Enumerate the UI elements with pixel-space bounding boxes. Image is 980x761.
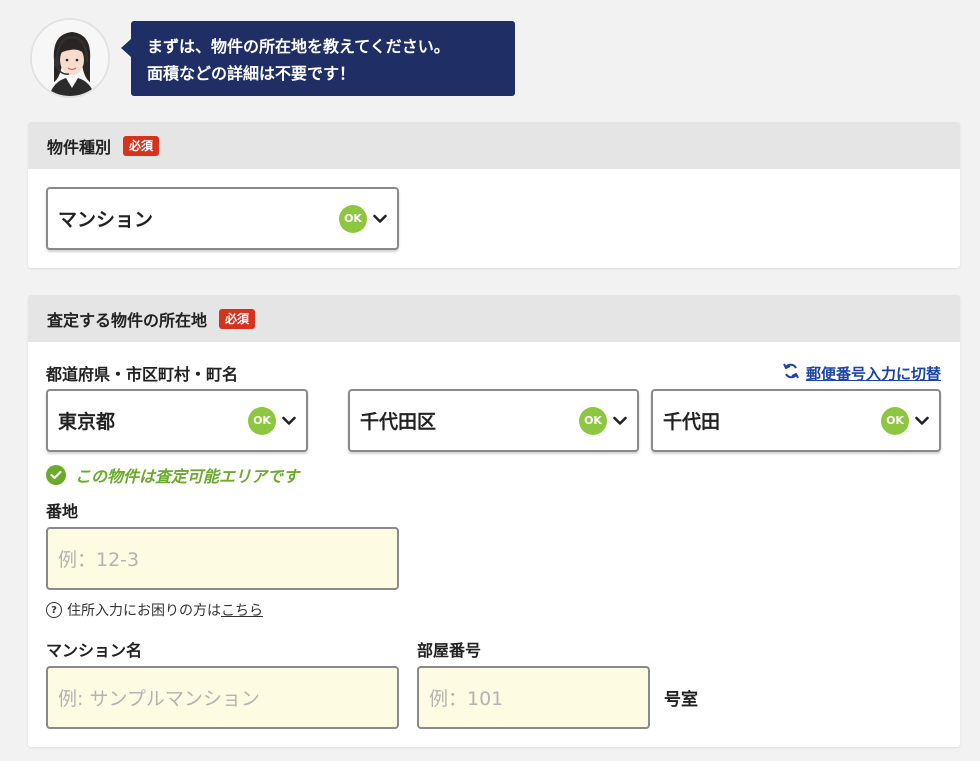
check-circle-icon [46, 465, 66, 485]
area-available-text: この物件は査定可能エリアです [75, 467, 300, 486]
required-badge: 必須 [219, 308, 256, 329]
switch-link-label: 郵便番号入力に切替 [805, 364, 941, 383]
refresh-icon [782, 362, 800, 384]
prefecture-select[interactable]: 東京都 OK [46, 389, 308, 452]
prefecture-value: 東京都 [58, 411, 116, 433]
operator-message-line1: まずは、物件の所在地を教えてください。 [147, 37, 450, 56]
banchi-placeholder: 例：12-3 [58, 549, 140, 571]
property-type-select[interactable]: マンション OK [46, 187, 399, 250]
operator-message-bubble: まずは、物件の所在地を教えてください。 面積などの詳細は不要です！ [121, 21, 515, 96]
ok-check-icon: OK [579, 406, 607, 435]
city-value: 千代田区 [360, 411, 437, 433]
city-select[interactable]: 千代田区 OK [348, 389, 639, 452]
operator-avatar [30, 18, 110, 98]
operator-message-line2: 面積などの詳細は不要です！ [147, 64, 356, 83]
mansion-name-placeholder: 例: サンプルマンション [58, 688, 260, 710]
chevron-down-icon [613, 414, 627, 428]
location-header: 査定する物件の所在地 必須 [28, 295, 960, 342]
property-type-heading: 物件種別 [47, 137, 112, 157]
banchi-input[interactable]: 例：12-3 [46, 527, 399, 590]
property-type-value: マンション [58, 209, 154, 231]
ok-check-icon: OK [248, 406, 276, 435]
mansion-name-label: マンション名 [46, 641, 143, 660]
help-text: 住所入力にお困りの方は [67, 603, 221, 619]
required-badge: 必須 [123, 135, 160, 156]
property-type-header: 物件種別 必須 [28, 122, 960, 169]
area-available-message: この物件は査定可能エリアです [46, 463, 299, 487]
room-number-label: 部屋番号 [417, 641, 482, 660]
chevron-down-icon [282, 414, 296, 428]
location-heading: 査定する物件の所在地 [47, 310, 208, 330]
town-value: 千代田 [663, 411, 721, 433]
mansion-name-input[interactable]: 例: サンプルマンション [46, 666, 399, 729]
help-link[interactable]: こちら [221, 600, 263, 620]
room-suffix: 号室 [664, 690, 698, 710]
address-label: 都道府県・市区町村・町名 [46, 365, 239, 384]
location-card: 査定する物件の所在地 必須 都道府県・市区町村・町名 郵便番号入力に切替 東京都… [28, 295, 960, 747]
switch-to-postal-link[interactable]: 郵便番号入力に切替 [782, 362, 941, 384]
ok-check-icon: OK [339, 204, 367, 233]
banchi-label: 番地 [46, 502, 79, 521]
room-number-placeholder: 例：101 [429, 688, 504, 710]
town-select[interactable]: 千代田 OK [651, 389, 941, 452]
ok-check-icon: OK [881, 406, 909, 435]
address-help: ? 住所入力にお困りの方は こちら [46, 600, 263, 620]
question-circle-icon: ? [46, 602, 62, 618]
chevron-down-icon [915, 414, 929, 428]
room-number-input[interactable]: 例：101 [417, 666, 650, 729]
property-type-card: 物件種別 必須 マンション OK [28, 122, 960, 268]
chevron-down-icon [373, 212, 387, 226]
